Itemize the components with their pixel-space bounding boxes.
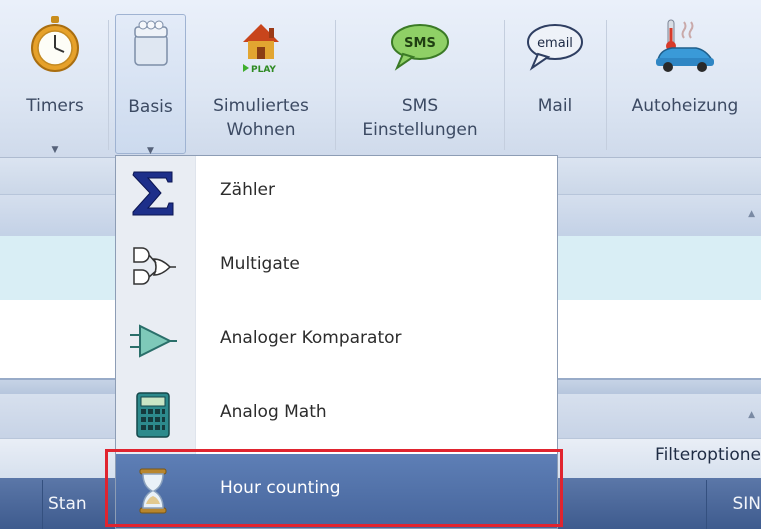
- mail-button[interactable]: email Mail: [512, 14, 598, 154]
- menu-item-multigate[interactable]: Multigate: [116, 230, 557, 304]
- house-play-icon: PLAY: [243, 24, 279, 74]
- menu-item-label: Analoger Komparator: [220, 328, 402, 348]
- column-divider[interactable]: [42, 480, 43, 529]
- autoheizung-button[interactable]: Autoheizung: [612, 14, 758, 154]
- ribbon-separator: [335, 20, 336, 150]
- menu-item-zaehler[interactable]: Zähler: [116, 156, 557, 230]
- email-badge-text: email: [537, 36, 573, 51]
- column-header-sin[interactable]: SIN: [732, 494, 761, 514]
- filter-options-label[interactable]: Filteroptione: [655, 445, 761, 465]
- label-line-1: SMS: [401, 96, 439, 116]
- play-badge-text: PLAY: [251, 65, 276, 74]
- timers-button[interactable]: Timers ▼: [10, 14, 100, 155]
- menu-item-analog-math[interactable]: Analog Math: [116, 378, 557, 452]
- sigma-icon: [132, 171, 174, 216]
- calculator-icon: [136, 392, 170, 438]
- column-header-stan[interactable]: Stan: [48, 494, 87, 514]
- menu-item-label: Zähler: [220, 180, 276, 200]
- timers-label: Timers: [26, 96, 84, 116]
- mail-label: Mail: [537, 96, 573, 116]
- comparator-icon: [130, 324, 177, 358]
- ribbon-separator: [108, 20, 109, 150]
- menu-item-analoger-komparator[interactable]: Analoger Komparator: [116, 304, 557, 378]
- basis-button[interactable]: Basis ▼: [115, 14, 186, 156]
- stopwatch-icon: [31, 16, 79, 72]
- logic-gates-icon: [133, 247, 176, 285]
- sms-bubble-icon: SMS: [391, 24, 449, 71]
- autoheizung-label: Autoheizung: [631, 96, 739, 116]
- email-bubble-icon: email: [527, 24, 583, 71]
- simuliertes-wohnen-button[interactable]: PLAY Simuliertes Wohnen: [205, 14, 317, 154]
- menu-item-label: Multigate: [220, 254, 300, 274]
- sms-einstellungen-button[interactable]: SMS SMS Einstellungen: [345, 14, 495, 154]
- label-line-1: Simuliertes: [213, 96, 309, 116]
- selection-outline: [105, 449, 563, 527]
- basis-label: Basis: [128, 97, 173, 117]
- ribbon-separator: [504, 20, 505, 150]
- sms-badge-text: SMS: [404, 36, 436, 51]
- label-line-2: Wohnen: [226, 120, 296, 140]
- simuliertes-wohnen-label: Simuliertes Wohnen: [205, 94, 317, 142]
- sms-einstellungen-label: SMS Einstellungen: [345, 94, 495, 142]
- blocks-icon: [133, 20, 168, 66]
- ribbon: Timers ▼ Basis ▼ PLAY Simuliertes Wohnen: [0, 0, 761, 158]
- column-divider[interactable]: [706, 480, 707, 529]
- label-line-2: Einstellungen: [362, 120, 478, 140]
- car-heater-icon: [656, 19, 714, 72]
- menu-item-label: Analog Math: [220, 402, 327, 422]
- ribbon-separator: [606, 20, 607, 150]
